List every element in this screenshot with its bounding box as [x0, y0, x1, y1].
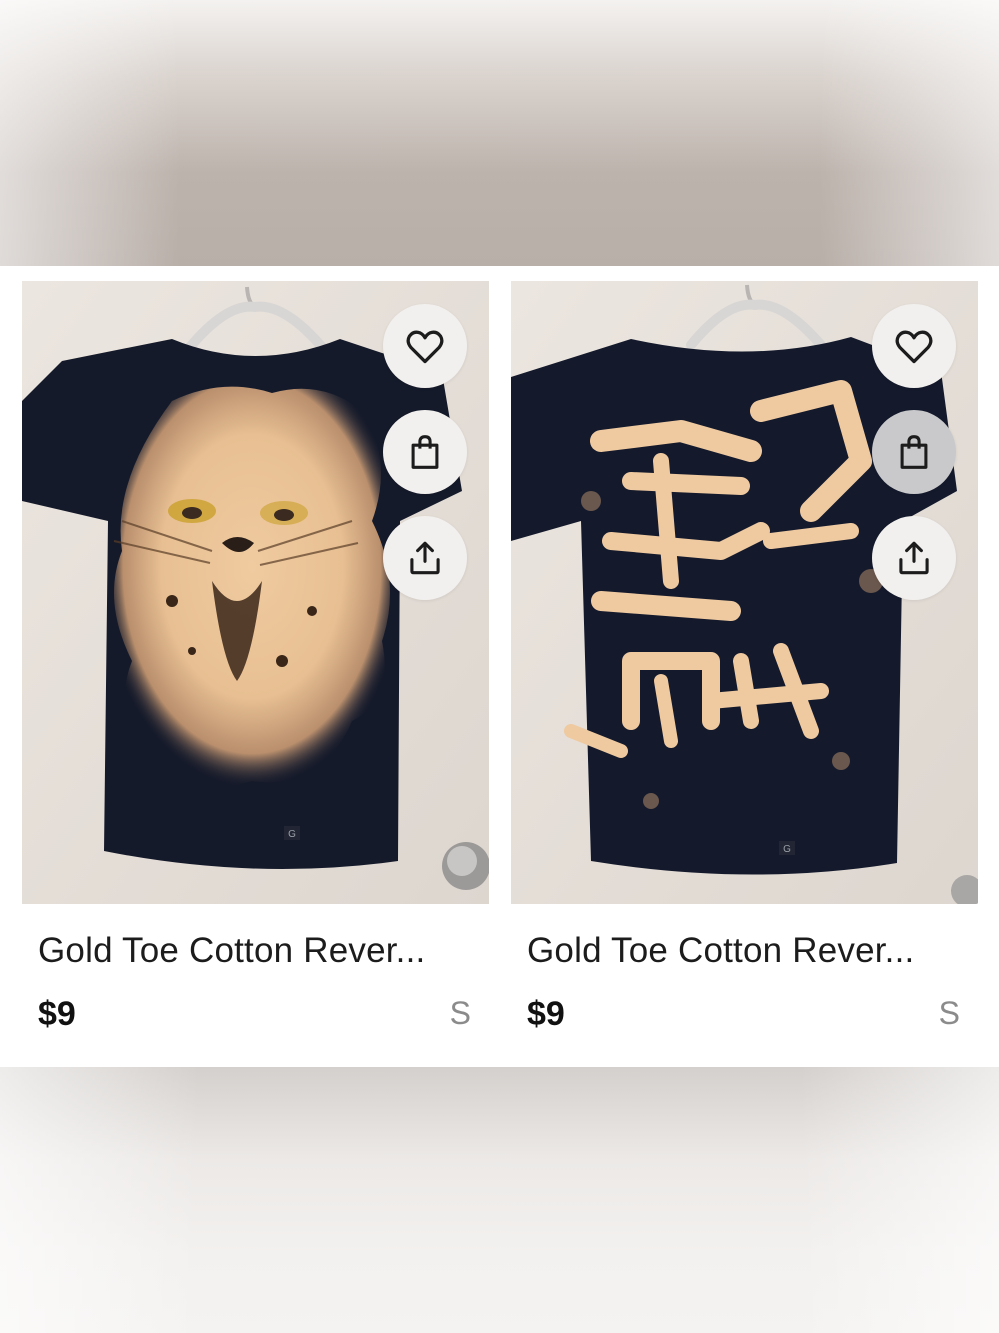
- svg-text:G: G: [288, 829, 296, 840]
- shopping-bag-icon: [900, 435, 928, 469]
- blurred-background-top: [0, 0, 999, 266]
- listing-grid: G Gold Toe Cotton Rever... $9 S G Gold T…: [0, 266, 999, 1067]
- add-to-bag-button[interactable]: [872, 410, 956, 494]
- heart-icon: [895, 330, 933, 364]
- share-icon: [410, 541, 440, 575]
- share-button[interactable]: [872, 516, 956, 600]
- like-button[interactable]: [383, 304, 467, 388]
- add-to-bag-button[interactable]: [383, 410, 467, 494]
- listing-size: S: [449, 995, 471, 1031]
- svg-text:G: G: [783, 844, 791, 855]
- listing-title[interactable]: Gold Toe Cotton Rever...: [527, 931, 914, 971]
- listing-price: $9: [527, 995, 565, 1033]
- share-icon: [899, 541, 929, 575]
- listing-card[interactable]: G Gold Toe Cotton Rever... $9 S: [511, 281, 978, 1033]
- listing-size: S: [938, 995, 960, 1031]
- listing-photo[interactable]: G: [511, 281, 978, 904]
- like-button[interactable]: [872, 304, 956, 388]
- listing-title[interactable]: Gold Toe Cotton Rever...: [38, 931, 425, 971]
- listing-photo[interactable]: G: [22, 281, 489, 904]
- heart-icon: [406, 330, 444, 364]
- shopping-bag-icon: [411, 435, 439, 469]
- blurred-background-bottom: [0, 1067, 999, 1333]
- listing-card[interactable]: G Gold Toe Cotton Rever... $9 S: [22, 281, 489, 1033]
- listing-price: $9: [38, 995, 76, 1033]
- share-button[interactable]: [383, 516, 467, 600]
